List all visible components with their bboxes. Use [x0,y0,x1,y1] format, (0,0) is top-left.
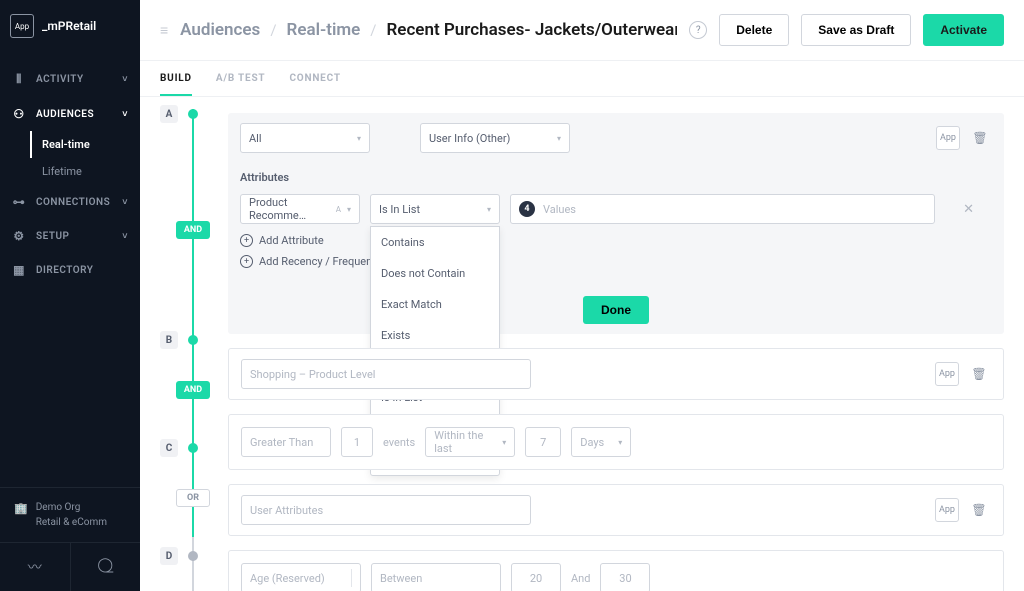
breadcrumb-audiences[interactable]: Audiences [180,20,260,40]
help-icon[interactable]: ? [689,21,707,39]
and-label: And [571,572,590,585]
tab-abtest[interactable]: A/B TEST [216,73,266,96]
app-logo[interactable]: App _mPRetail [0,0,140,52]
connections-icon: ⊶ [12,195,26,209]
values-count-badge: 4 [519,201,535,217]
comparator-select[interactable]: Greater Than [241,427,331,457]
chevron-down-icon: ˅ [122,74,128,85]
step-badge-b: B [160,331,178,349]
add-recency-link[interactable]: +Add Recency / Frequency [240,255,992,268]
subnav-lifetime[interactable]: Lifetime [30,158,140,185]
operator-select[interactable]: Between [371,563,501,591]
plus-icon: + [240,255,253,268]
events-label: events [383,436,415,449]
event-select[interactable]: User Attributes [241,495,531,525]
connector-or[interactable]: OR [176,489,210,507]
chevron-down-icon: ▾ [618,438,622,447]
footer-waves-button[interactable]: 〰 [0,543,71,591]
users-icon: ⚇ [12,107,26,121]
app-name: _mPRetail [42,19,96,33]
value-to[interactable]: 30 [600,563,650,591]
values-select[interactable]: 4 Values [510,194,935,224]
app-filter-button[interactable]: App [935,362,959,386]
analytics-icon: ⫴ [12,72,26,87]
nav-connections[interactable]: ⊶CONNECTIONS˅ [0,185,140,219]
option-exists[interactable]: Exists [371,320,499,351]
breadcrumb-sep: / [370,21,376,39]
step-dot [188,551,198,561]
step-badge-c: C [160,439,178,457]
timeframe-unit[interactable]: Days▾ [571,427,631,457]
user-icon: ◯̲ [97,557,113,573]
value-from[interactable]: 20 [511,563,561,591]
attribute-select[interactable]: Age (Reserved) [241,563,361,591]
breadcrumb-realtime[interactable]: Real-time [287,20,361,40]
remove-row-icon[interactable]: ✕ [945,202,992,217]
save-draft-button[interactable]: Save as Draft [801,14,911,46]
waves-icon: 〰 [28,560,42,576]
chevron-down-icon: ▾ [502,438,506,447]
activate-button[interactable]: Activate [923,14,1004,46]
step-badge-d: D [160,547,178,565]
delete-icon[interactable]: 🗑 [967,498,991,522]
step-dot [188,443,198,453]
attributes-label: Attributes [240,171,992,184]
step-dot [188,335,198,345]
tab-connect[interactable]: CONNECT [289,73,340,96]
chevron-down-icon: ˅ [122,109,128,120]
connector-and[interactable]: AND [176,381,210,399]
add-attribute-link[interactable]: +Add Attribute [240,234,992,247]
nav-setup[interactable]: ⚙SETUP˅ [0,219,140,253]
delete-icon[interactable]: 🗑 [967,362,991,386]
step-dot [188,109,198,119]
org-sub: Retail & eComm [36,515,107,530]
chevron-down-icon: ▾ [557,134,561,143]
option-exact-match[interactable]: Exact Match [371,289,499,320]
org-selector[interactable]: 🏢 Demo Org Retail & eComm [0,487,140,542]
chevron-down-icon: ˅ [122,231,128,242]
plus-icon: + [240,234,253,247]
connector-and[interactable]: AND [176,221,210,239]
option-contains[interactable]: Contains [371,227,499,258]
scope-select[interactable]: All▾ [240,123,370,153]
chevron-down-icon: ▾ [357,134,361,143]
nav-audiences[interactable]: ⚇AUDIENCES˅ [0,97,140,131]
tab-build[interactable]: BUILD [160,73,192,96]
event-select[interactable]: Shopping – Product Level [241,359,531,389]
step-badge-a: A [160,105,178,123]
criteria-card-b[interactable]: Shopping – Product Level App 🗑 [228,348,1004,400]
footer-profile-button[interactable]: ◯̲ [71,543,141,591]
nav-activity[interactable]: ⫴ACTIVITY˅ [0,62,140,97]
criteria-card-c[interactable]: User Attributes App 🗑 [228,484,1004,536]
subnav-realtime[interactable]: Real-time [30,131,140,158]
grid-icon: ▦ [12,263,26,277]
event-select[interactable]: User Info (Other)▾ [420,123,570,153]
building-icon: 🏢 [14,501,28,518]
chevron-down-icon: ˅ [122,197,128,208]
audience-title-dropdown[interactable]: Recent Purchases- Jackets/Outerwear- btw… [387,20,678,40]
done-button[interactable]: Done [583,296,649,324]
criteria-card-c-detail[interactable]: Age (Reserved) Between 20 And 30 [228,550,1004,591]
chevron-down-icon: ▾ [487,205,491,214]
delete-button[interactable]: Delete [719,14,789,46]
org-name: Demo Org [36,500,107,515]
criteria-card-a: All▾ User Info (Other)▾ App 🗑 Attributes… [228,113,1004,334]
nav-directory[interactable]: ▦DIRECTORY [0,253,140,287]
option-does-not-contain[interactable]: Does not Contain [371,258,499,289]
criteria-card-b-detail[interactable]: Greater Than 1 events Within the last▾ 7… [228,414,1004,470]
collapse-sidebar-icon[interactable]: ≡ [160,22,168,39]
chevron-down-icon: ▾ [347,205,351,214]
condition-select[interactable]: Is In List▾ Contains Does not Contain Ex… [370,194,500,224]
timeframe-select[interactable]: Within the last▾ [425,427,515,457]
app-filter-button[interactable]: App [935,498,959,522]
count-input[interactable]: 1 [341,427,373,457]
gear-icon: ⚙ [12,229,26,243]
logo-icon: App [10,14,34,38]
breadcrumb-sep: / [270,21,276,39]
attribute-name-select[interactable]: Product Recomme…A▾ [240,194,360,224]
app-filter-button[interactable]: App [936,126,960,150]
timeframe-number[interactable]: 7 [525,427,561,457]
delete-icon[interactable]: 🗑 [968,126,992,150]
